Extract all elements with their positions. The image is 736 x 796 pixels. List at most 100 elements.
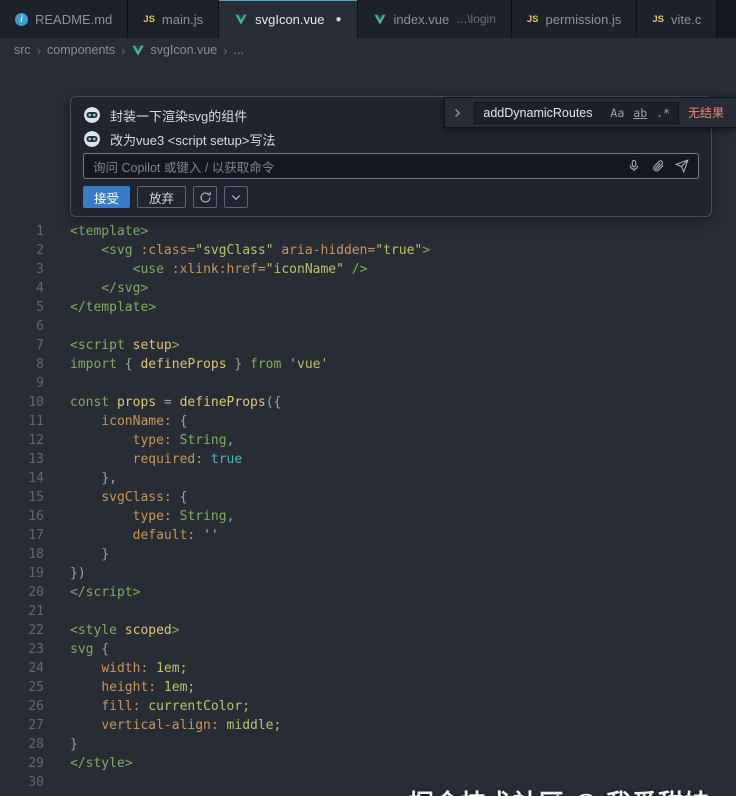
line-number: 11 xyxy=(0,412,44,431)
find-query-text: addDynamicRoutes xyxy=(483,106,601,120)
line-number: 7 xyxy=(0,336,44,355)
find-result-label: 无结果 xyxy=(688,104,724,121)
microphone-icon[interactable] xyxy=(627,159,641,173)
chevron-right-icon[interactable] xyxy=(449,105,465,121)
tab-svgIcon.vue[interactable]: svgIcon.vue ● xyxy=(219,0,357,38)
line-number: 15 xyxy=(0,488,44,507)
vue-icon xyxy=(131,44,145,57)
code-line[interactable]: 12 type: String, xyxy=(0,431,736,450)
code-line[interactable]: 3 <use :xlink:href="iconName" /> xyxy=(0,260,736,279)
code-line[interactable]: 1<template> xyxy=(0,222,736,241)
tab-vite.c[interactable]: JSvite.c xyxy=(637,0,717,38)
accept-button[interactable]: 接受 xyxy=(83,186,130,208)
code-line[interactable]: 13 required: true xyxy=(0,450,736,469)
code-line[interactable]: 26 fill: currentColor; xyxy=(0,697,736,716)
line-text: </svg> xyxy=(44,279,148,298)
line-number: 30 xyxy=(0,773,44,792)
tab-label: svgIcon.vue xyxy=(255,12,324,27)
breadcrumb-item-src[interactable]: src xyxy=(14,43,31,57)
code-line[interactable]: 16 type: String, xyxy=(0,507,736,526)
breadcrumb-separator: › xyxy=(121,43,125,58)
find-input[interactable]: addDynamicRoutes Aa ab .* xyxy=(474,102,679,124)
code-line[interactable]: 4 </svg> xyxy=(0,279,736,298)
line-number: 12 xyxy=(0,431,44,450)
breadcrumb-item-...[interactable]: ... xyxy=(234,43,244,57)
js-icon: JS xyxy=(143,14,155,25)
code-line[interactable]: 17 default: '' xyxy=(0,526,736,545)
code-line[interactable]: 15 svgClass: { xyxy=(0,488,736,507)
line-text xyxy=(44,374,70,393)
code-line[interactable]: 14 }, xyxy=(0,469,736,488)
line-text xyxy=(44,602,70,621)
code-line[interactable]: 29</style> xyxy=(0,754,736,773)
tab-README.md[interactable]: iREADME.md xyxy=(0,0,128,38)
line-number: 23 xyxy=(0,640,44,659)
line-number: 10 xyxy=(0,393,44,412)
line-text: <template> xyxy=(44,222,148,241)
code-line[interactable]: 22<style scoped> xyxy=(0,621,736,640)
code-line[interactable]: 21 xyxy=(0,602,736,621)
code-line[interactable]: 8import { defineProps } from 'vue' xyxy=(0,355,736,374)
tab-bar: iREADME.mdJSmain.js svgIcon.vue ● index.vue… xyxy=(0,0,736,38)
code-line[interactable]: 7<script setup> xyxy=(0,336,736,355)
code-line[interactable]: 5</template> xyxy=(0,298,736,317)
line-number: 19 xyxy=(0,564,44,583)
line-text: </script> xyxy=(44,583,140,602)
breadcrumb-separator: › xyxy=(37,43,41,58)
line-text: fill: currentColor; xyxy=(44,697,250,716)
circle-dot-icon[interactable]: ● xyxy=(335,14,341,25)
copilot-icon xyxy=(83,106,101,124)
js-icon: JS xyxy=(652,14,664,25)
code-line[interactable]: 18 } xyxy=(0,545,736,564)
code-line[interactable]: 9 xyxy=(0,374,736,393)
code-line[interactable]: 20</script> xyxy=(0,583,736,602)
code-line[interactable]: 24 width: 1em; xyxy=(0,659,736,678)
code-line[interactable]: 11 iconName: { xyxy=(0,412,736,431)
vue-icon xyxy=(234,13,248,26)
code-line[interactable]: 2 <svg :class="svgClass" aria-hidden="tr… xyxy=(0,241,736,260)
whole-word-toggle[interactable]: ab xyxy=(633,106,647,120)
tab-main.js[interactable]: JSmain.js xyxy=(128,0,219,38)
copilot-input[interactable]: 询问 Copilot 或键入 / 以获取命令 xyxy=(83,153,699,179)
line-text: </style> xyxy=(44,754,133,773)
breadcrumb-item-svgIcon.vue[interactable]: svgIcon.vue xyxy=(131,43,217,57)
breadcrumb-item-components[interactable]: components xyxy=(47,43,115,57)
line-number: 26 xyxy=(0,697,44,716)
line-text: type: String, xyxy=(44,507,234,526)
paperclip-icon[interactable] xyxy=(651,159,665,173)
copilot-message-text: 封装一下渲染svg的组件 xyxy=(110,106,247,125)
breadcrumb-label: ... xyxy=(234,43,244,57)
tab-index.vue[interactable]: index.vue ...\login xyxy=(358,0,512,38)
code-line[interactable]: 10const props = defineProps({ xyxy=(0,393,736,412)
line-text: }, xyxy=(44,469,117,488)
tab-label: index.vue xyxy=(394,12,450,27)
copilot-actions: 接受 放弃 xyxy=(83,186,699,208)
tab-path-detail: ...\login xyxy=(457,12,496,26)
code-line[interactable]: 23svg { xyxy=(0,640,736,659)
regenerate-button[interactable] xyxy=(193,186,217,208)
code-line[interactable]: 25 height: 1em; xyxy=(0,678,736,697)
code-area[interactable]: 1<template>2 <svg :class="svgClass" aria… xyxy=(0,222,736,792)
code-line[interactable]: 27 vertical-align: middle; xyxy=(0,716,736,735)
tab-permission.js[interactable]: JSpermission.js xyxy=(512,0,637,38)
code-line[interactable]: 19}) xyxy=(0,564,736,583)
line-text: height: 1em; xyxy=(44,678,195,697)
chevron-down-button[interactable] xyxy=(224,186,248,208)
line-number: 27 xyxy=(0,716,44,735)
discard-button[interactable]: 放弃 xyxy=(137,186,186,208)
breadcrumb-separator: › xyxy=(223,43,227,58)
code-line[interactable]: 6 xyxy=(0,317,736,336)
line-number: 3 xyxy=(0,260,44,279)
regex-toggle[interactable]: .* xyxy=(656,106,670,120)
send-icon[interactable] xyxy=(675,159,689,173)
code-line[interactable]: 30 xyxy=(0,773,736,792)
line-number: 24 xyxy=(0,659,44,678)
line-number: 9 xyxy=(0,374,44,393)
code-line[interactable]: 28} xyxy=(0,735,736,754)
copilot-icon xyxy=(83,130,101,148)
line-text: } xyxy=(44,735,78,754)
breadcrumb: src › components › svgIcon.vue ›... xyxy=(0,38,736,62)
match-case-toggle[interactable]: Aa xyxy=(610,106,624,120)
copilot-input-placeholder: 询问 Copilot 或键入 / 以获取命令 xyxy=(93,157,617,176)
line-number: 1 xyxy=(0,222,44,241)
